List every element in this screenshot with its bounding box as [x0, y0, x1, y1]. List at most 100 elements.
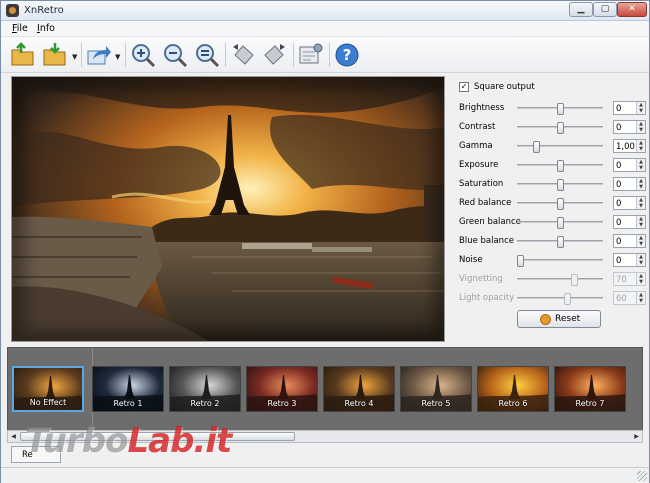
- reset-label: Reset: [555, 314, 581, 324]
- eiffel-tower-photo: [12, 77, 444, 341]
- title-bar: XnRetro ▁ ▢ ✕: [1, 1, 649, 21]
- effect-thumbnail[interactable]: Retro 5: [400, 366, 472, 412]
- setting-row-vignetting: Vignetting 70 ▲ ▼: [459, 272, 646, 286]
- save-dropdown-icon[interactable]: ▼: [72, 53, 77, 61]
- setting-spinbox[interactable]: 0 ▲ ▼: [613, 215, 646, 229]
- export-button[interactable]: [85, 41, 113, 69]
- slider-thumb[interactable]: [557, 179, 564, 191]
- setting-slider[interactable]: [517, 122, 603, 134]
- maximize-button[interactable]: ▢: [593, 2, 617, 17]
- toolbar-separator: [81, 43, 82, 67]
- setting-value: 0: [616, 218, 622, 228]
- square-output-label: Square output: [474, 82, 535, 92]
- effect-label: Retro 7: [575, 399, 605, 408]
- setting-slider[interactable]: [517, 160, 603, 172]
- spin-arrows-icon[interactable]: ▲ ▼: [636, 121, 645, 133]
- zoom-fit-button[interactable]: [193, 41, 221, 69]
- app-logo-icon: [6, 4, 19, 17]
- setting-slider[interactable]: [517, 103, 603, 115]
- rotate-left-button[interactable]: [229, 41, 257, 69]
- rotate-right-button[interactable]: [261, 41, 289, 69]
- slider-thumb[interactable]: [557, 217, 564, 229]
- resize-grip-icon[interactable]: [637, 471, 647, 481]
- setting-slider[interactable]: [517, 179, 603, 191]
- image-preview[interactable]: [11, 76, 445, 342]
- spin-arrows-icon[interactable]: ▲ ▼: [636, 235, 645, 247]
- spin-arrows-icon[interactable]: ▲ ▼: [636, 102, 645, 114]
- setting-spinbox[interactable]: 0 ▲ ▼: [613, 177, 646, 191]
- save-folder-button[interactable]: [41, 41, 69, 69]
- setting-spinbox[interactable]: 0 ▲ ▼: [613, 101, 646, 115]
- setting-value: 0: [616, 237, 622, 247]
- setting-slider[interactable]: [517, 236, 603, 248]
- setting-spinbox[interactable]: 0 ▲ ▼: [613, 120, 646, 134]
- setting-row-light-opacity: Light opacity 60 ▲ ▼: [459, 291, 646, 305]
- close-button[interactable]: ✕: [617, 2, 647, 17]
- effect-thumbnail[interactable]: Retro 2: [169, 366, 241, 412]
- slider-thumb[interactable]: [532, 141, 540, 153]
- setting-spinbox[interactable]: 0 ▲ ▼: [613, 253, 646, 267]
- effect-thumbnail[interactable]: Retro 7: [554, 366, 626, 412]
- setting-slider[interactable]: [517, 217, 603, 229]
- slider-thumb[interactable]: [557, 103, 564, 115]
- setting-value: 0: [616, 256, 622, 266]
- setting-label: Green balance: [459, 217, 521, 227]
- setting-value: 0: [616, 161, 622, 171]
- slider-thumb[interactable]: [557, 236, 564, 248]
- setting-label: Brightness: [459, 103, 505, 113]
- setting-label: Red balance: [459, 198, 512, 208]
- setting-row-brightness: Brightness 0 ▲ ▼: [459, 101, 646, 115]
- setting-spinbox[interactable]: 0 ▲ ▼: [613, 196, 646, 210]
- settings-button[interactable]: [297, 41, 325, 69]
- spin-arrows-icon[interactable]: ▲ ▼: [636, 197, 645, 209]
- menu-info[interactable]: Info: [37, 23, 55, 34]
- setting-spinbox: 70 ▲ ▼: [613, 272, 646, 286]
- menu-file[interactable]: File: [12, 23, 28, 34]
- setting-slider[interactable]: [517, 198, 603, 210]
- window-title: XnRetro: [24, 5, 64, 16]
- reset-button[interactable]: Reset: [517, 310, 601, 328]
- slider-thumb[interactable]: [557, 160, 564, 172]
- rotate-left-icon: [233, 44, 254, 65]
- setting-spinbox[interactable]: 1,00 ▲ ▼: [613, 139, 646, 153]
- zoom-in-button[interactable]: [129, 41, 157, 69]
- setting-spinbox[interactable]: 0 ▲ ▼: [613, 158, 646, 172]
- setting-label: Exposure: [459, 160, 499, 170]
- setting-slider[interactable]: [517, 141, 603, 153]
- open-folder-button[interactable]: [9, 41, 37, 69]
- help-button[interactable]: ?: [333, 41, 361, 69]
- setting-slider[interactable]: [517, 255, 603, 267]
- effect-label: Retro 5: [421, 399, 451, 408]
- scroll-left-icon[interactable]: ◀: [8, 431, 19, 442]
- setting-spinbox[interactable]: 0 ▲ ▼: [613, 234, 646, 248]
- effect-thumbnail[interactable]: Retro 1: [92, 366, 164, 412]
- spin-arrows-icon[interactable]: ▲ ▼: [636, 216, 645, 228]
- toolbar: ▼ ▼ ?: [1, 37, 649, 73]
- setting-label: Light opacity: [459, 293, 515, 303]
- effect-thumbnail[interactable]: Retro 6: [477, 366, 549, 412]
- spin-arrows-icon[interactable]: ▲ ▼: [636, 140, 645, 152]
- effect-thumbnail[interactable]: Retro 3: [246, 366, 318, 412]
- slider-thumb[interactable]: [557, 122, 564, 134]
- export-dropdown-icon[interactable]: ▼: [115, 53, 120, 61]
- effect-thumbnail[interactable]: No Effect: [12, 366, 84, 412]
- settings-panel: ✓ Square output Brightness 0 ▲ ▼ Contrast 0 ▲ ▼…: [449, 76, 646, 342]
- setting-label: Saturation: [459, 179, 504, 189]
- setting-value: 0: [616, 123, 622, 133]
- effect-thumbnail[interactable]: Retro 4: [323, 366, 395, 412]
- spin-arrows-icon[interactable]: ▲ ▼: [636, 178, 645, 190]
- effect-label: Retro 3: [267, 399, 297, 408]
- slider-thumb[interactable]: [517, 255, 525, 267]
- minimize-button[interactable]: ▁: [569, 2, 593, 17]
- zoom-out-button[interactable]: [161, 41, 189, 69]
- square-output-checkbox[interactable]: ✓: [459, 82, 469, 92]
- scroll-right-icon[interactable]: ▶: [631, 431, 642, 442]
- spin-arrows-icon: ▲ ▼: [636, 292, 645, 304]
- setting-row-contrast: Contrast 0 ▲ ▼: [459, 120, 646, 134]
- slider-thumb: [570, 274, 578, 286]
- setting-row-red-balance: Red balance 0 ▲ ▼: [459, 196, 646, 210]
- spin-arrows-icon: ▲ ▼: [636, 273, 645, 285]
- spin-arrows-icon[interactable]: ▲ ▼: [636, 159, 645, 171]
- slider-thumb[interactable]: [557, 198, 564, 210]
- spin-arrows-icon[interactable]: ▲ ▼: [636, 254, 645, 266]
